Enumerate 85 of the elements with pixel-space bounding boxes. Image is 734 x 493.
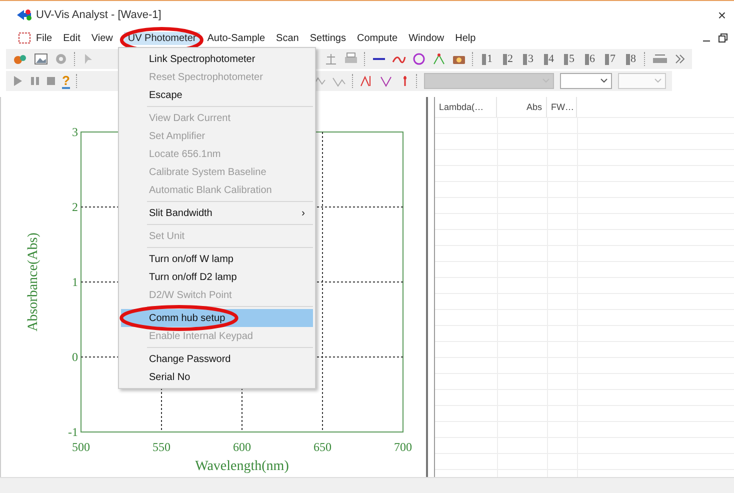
menu-item-label: Comm hub setup bbox=[149, 312, 226, 324]
menu-item[interactable]: Auto-Sample bbox=[203, 32, 270, 44]
trace-bar-icon bbox=[584, 53, 588, 65]
menu-item-label: D2/W Switch Point bbox=[149, 290, 232, 300]
peak-marker-icon[interactable] bbox=[432, 52, 446, 66]
column-header[interactable]: Lambda(… bbox=[435, 97, 497, 117]
menu-item-label: Link Spectrophotometer bbox=[149, 54, 256, 64]
trace-button[interactable]: 4 bbox=[548, 53, 554, 65]
play-icon[interactable] bbox=[12, 74, 24, 88]
trace-button[interactable]: 2 bbox=[508, 53, 513, 65]
restore-icon[interactable] bbox=[718, 33, 728, 43]
y-tick-label: 0 bbox=[72, 350, 78, 364]
trace-button[interactable]: 7 bbox=[610, 53, 616, 65]
close-button[interactable]: × bbox=[718, 7, 726, 23]
scale-icon[interactable] bbox=[324, 52, 338, 66]
menu-item[interactable]: File bbox=[32, 32, 56, 44]
menu-item-label: Serial No bbox=[149, 372, 190, 382]
y-axis-title: Absorbance(Abs) bbox=[26, 232, 41, 332]
menu-item[interactable]: Serial No bbox=[121, 368, 313, 386]
menu-item[interactable]: Settings bbox=[306, 32, 350, 44]
chevron-icon bbox=[654, 78, 662, 84]
app-logo-icon bbox=[16, 9, 32, 21]
menu-item[interactable]: Help bbox=[451, 32, 480, 44]
stop-icon[interactable] bbox=[46, 74, 56, 88]
trace-button[interactable]: 6 bbox=[590, 53, 595, 65]
menu-item[interactable]: Change Password bbox=[121, 350, 313, 368]
column-header[interactable]: Abs bbox=[497, 97, 547, 117]
scanner-icon[interactable] bbox=[652, 52, 668, 66]
menu-item-label: Slit Bandwidth bbox=[149, 208, 212, 218]
menu-item-label: Set Amplifier bbox=[149, 130, 206, 142]
menu-item[interactable]: Scan bbox=[272, 32, 303, 44]
menu-item-label: Calibrate System Baseline bbox=[149, 166, 266, 178]
y-tick-label: 3 bbox=[72, 125, 78, 139]
menu-item[interactable]: View bbox=[87, 32, 117, 44]
pause-icon[interactable] bbox=[30, 74, 40, 88]
more-icon[interactable] bbox=[674, 52, 686, 66]
trace-bar-icon bbox=[523, 53, 527, 65]
dropdown[interactable] bbox=[560, 73, 612, 89]
x-axis-title: Wavelength(nm) bbox=[195, 459, 289, 474]
trace-button[interactable]: 3 bbox=[528, 53, 534, 65]
menu-item-label: Change Password bbox=[149, 354, 231, 364]
x-tick-label: 500 bbox=[72, 440, 90, 454]
circle-icon[interactable] bbox=[412, 52, 426, 66]
trace-button[interactable]: 8 bbox=[630, 53, 636, 65]
menu-item-label: Turn on/off D2 lamp bbox=[149, 272, 237, 282]
y-tick-label: 2 bbox=[72, 200, 78, 214]
menu-item-label: Reset Spectrophotometer bbox=[149, 72, 263, 82]
menu-item-label: Turn on/off W lamp bbox=[149, 254, 234, 264]
menu-item-label: Enable Internal Keypad bbox=[149, 330, 253, 342]
valley-pick-icon[interactable] bbox=[380, 74, 394, 88]
trace-bar-icon bbox=[482, 53, 486, 65]
menu-item-label: View Dark Current bbox=[149, 112, 231, 124]
trace-button[interactable]: 1 bbox=[487, 53, 492, 65]
x-tick-label: 650 bbox=[314, 440, 332, 454]
menu-item[interactable]: Slit Bandwidth › bbox=[121, 204, 313, 222]
menu-item[interactable]: Window bbox=[404, 32, 448, 44]
trace-bar-icon bbox=[544, 53, 548, 65]
column-header[interactable]: FW… bbox=[547, 97, 577, 117]
x-tick-label: 550 bbox=[152, 440, 170, 454]
y-tick-label: -1 bbox=[68, 425, 78, 439]
document-icon bbox=[18, 32, 32, 44]
submenu-arrow: › bbox=[302, 208, 305, 218]
palette-icon[interactable] bbox=[12, 52, 28, 66]
trace-button[interactable]: 5 bbox=[569, 53, 574, 65]
y-tick-label: 1 bbox=[72, 275, 78, 289]
menu-item-label: Locate 656.1nm bbox=[149, 148, 221, 160]
menu-item[interactable]: Compute bbox=[352, 32, 402, 44]
trace-bar-icon bbox=[564, 53, 568, 65]
trace-bar-icon bbox=[502, 53, 506, 65]
x-tick-label: 700 bbox=[394, 440, 412, 454]
menu-item[interactable]: Turn on/off W lamp bbox=[121, 250, 313, 268]
menu-item[interactable]: Edit bbox=[59, 32, 84, 44]
trace-bar-icon bbox=[626, 53, 630, 65]
trace-bar-icon bbox=[605, 53, 609, 65]
menu-item-label: Set Unit bbox=[149, 230, 185, 242]
chevron-icon bbox=[600, 78, 608, 84]
menu-item[interactable]: Link Spectrophotometer bbox=[121, 50, 313, 68]
menu-item-label: Escape bbox=[149, 90, 182, 100]
menu-item-label: Automatic Blank Calibration bbox=[149, 184, 272, 196]
window-title: UV-Vis Analyst - [Wave-1] bbox=[36, 9, 162, 21]
x-tick-label: 600 bbox=[233, 440, 251, 454]
menu-item[interactable]: Escape bbox=[121, 86, 313, 104]
printer-icon[interactable] bbox=[344, 52, 358, 66]
menu-item[interactable]: Turn on/off D2 lamp bbox=[121, 268, 313, 286]
image-icon[interactable] bbox=[34, 52, 48, 66]
